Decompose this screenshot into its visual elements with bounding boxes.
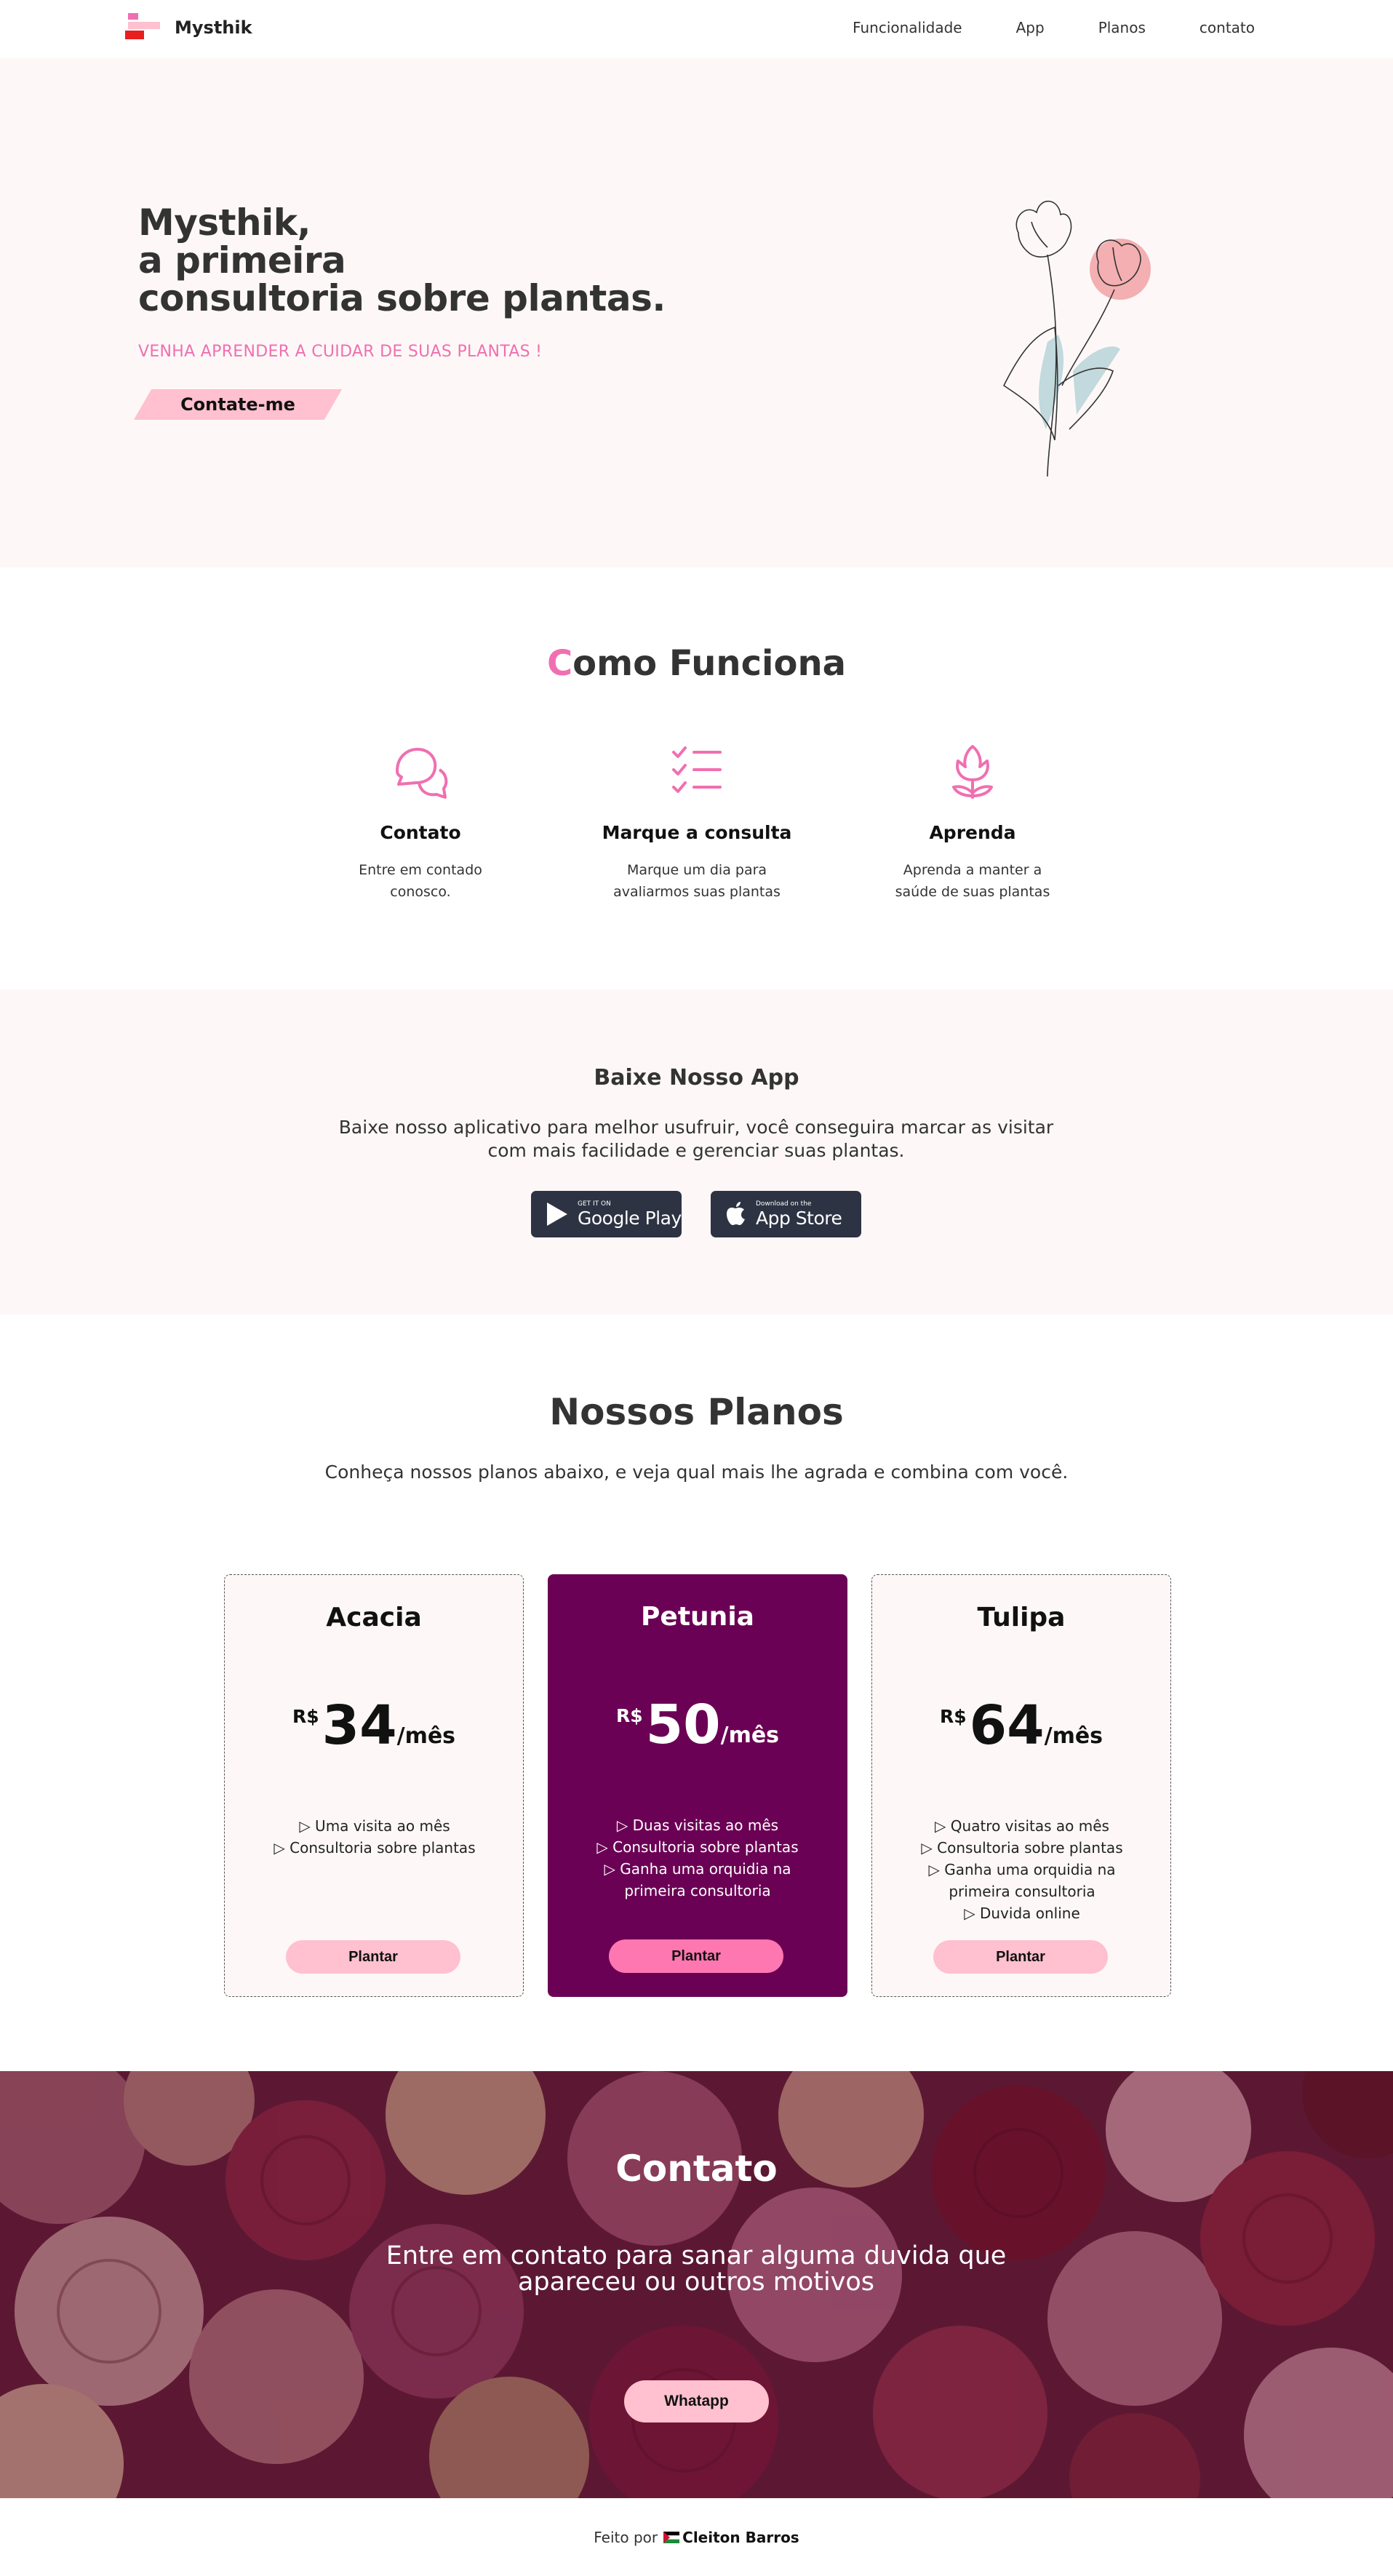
hero-section: Mysthik, a primeira consultoria sobre pl… — [0, 58, 1393, 567]
plans-title: Nossos Planos — [549, 1391, 844, 1433]
feature-text: Aprenda a manter a saúde de suas plantas — [895, 862, 1050, 900]
plantar-button[interactable]: Plantar — [609, 1939, 783, 1973]
plantar-button[interactable]: Plantar — [286, 1940, 460, 1974]
plan-price: R$ 64/mês — [939, 1694, 1103, 1757]
contact-section: Contato Entre em contato para sanar algu… — [0, 2071, 1393, 2498]
hero-title: Mysthik, a primeira consultoria sobre pl… — [138, 202, 666, 319]
nav-contato[interactable]: contato — [1200, 19, 1255, 36]
app-description: Baixe nosso aplicativo para melhor usufr… — [338, 1117, 1054, 1161]
flag-icon — [663, 2531, 680, 2543]
feature-marque-consulta: Marque a consulta Marque um dia para aval… — [588, 742, 806, 903]
plantar-button[interactable]: Plantar — [933, 1940, 1108, 1974]
plan-price: R$ 34/mês — [292, 1694, 456, 1757]
app-section: Baixe Nosso App Baixe nosso aplicativo p… — [0, 989, 1393, 1315]
apple-icon — [727, 1202, 745, 1225]
contact-text: Entre em contato para sanar alguma duvid… — [386, 2241, 1007, 2297]
plan-price: R$ 50/mês — [615, 1694, 780, 1756]
nav-funcionalidade[interactable]: Funcionalidade — [853, 19, 962, 36]
tulip-icon — [863, 742, 1082, 800]
plan-card-tulipa: Tulipa R$ 64/mês ▷ Quatro visitas ao mês … — [871, 1574, 1171, 1997]
main-nav: Funcionalidade App Planos contato — [799, 19, 1255, 36]
plan-name: Tulipa — [977, 1603, 1066, 1632]
whatsapp-button[interactable]: Whatapp — [624, 2380, 769, 2423]
chat-bubbles-icon — [311, 742, 530, 800]
tulip-illustration — [1002, 200, 1151, 477]
feature-text: Marque um dia para avaliarmos suas planta… — [613, 862, 781, 900]
feature-text: Entre em contado conosco. — [359, 862, 482, 900]
top-header: Mysthik Funcionalidade App Planos contat… — [0, 0, 1393, 58]
checklist-icon — [588, 742, 806, 800]
footer: Feito por Cleiton Barros — [0, 2498, 1393, 2576]
feature-title: Aprenda — [929, 822, 1016, 843]
contact-me-button[interactable]: Contate-me — [133, 389, 343, 420]
brand-logo[interactable]: Mysthik — [125, 13, 252, 42]
feature-contato: Contato Entre em contado conosco. — [311, 742, 530, 903]
feature-title: Contato — [380, 822, 461, 843]
logo-icon — [125, 13, 160, 42]
footer-prefix: Feito por — [594, 2528, 658, 2546]
plans-intro: Conheça nossos planos abaixo, e veja qua… — [324, 1462, 1069, 1483]
plan-card-petunia: Petunia R$ 50/mês ▷ Duas visitas ao mês ▷… — [548, 1574, 847, 1997]
plan-features: ▷ Duas visitas ao mês ▷ Consultoria sobr… — [596, 1817, 799, 1899]
hero-subtitle: VENHA APRENDER A CUIDAR DE SUAS PLANTAS … — [138, 343, 543, 361]
plans-section: Nossos Planos Conheça nossos planos abai… — [0, 1315, 1393, 2071]
how-it-works-section: Como Funciona Contato Entre em contado co… — [0, 567, 1393, 989]
plan-name: Acacia — [326, 1603, 422, 1632]
plan-features: ▷ Quatro visitas ao mês ▷ Consultoria so… — [921, 1817, 1123, 1922]
plan-features: ▷ Uma visita ao mês ▷ Consultoria sobre … — [274, 1817, 476, 1857]
feature-aprenda: Aprenda Aprenda a manter a saúde de suas … — [863, 742, 1082, 903]
app-store-button[interactable]: Download on the App Store — [711, 1191, 861, 1237]
feature-title: Marque a consulta — [602, 822, 792, 843]
how-it-works-title: Como Funciona — [546, 643, 847, 684]
plan-card-acacia: Acacia R$ 34/mês ▷ Uma visita ao mês ▷ Co… — [224, 1574, 524, 1997]
nav-app[interactable]: App — [1016, 19, 1045, 36]
google-play-button[interactable]: GET IT ON Google Play — [531, 1191, 682, 1237]
footer-author[interactable]: Cleiton Barros — [682, 2529, 799, 2546]
nav-planos[interactable]: Planos — [1098, 19, 1146, 36]
contact-title: Contato — [615, 2148, 778, 2190]
plan-name: Petunia — [641, 1602, 754, 1632]
play-icon — [547, 1203, 567, 1226]
brand-name: Mysthik — [175, 17, 252, 38]
app-title: Baixe Nosso App — [594, 1065, 799, 1090]
